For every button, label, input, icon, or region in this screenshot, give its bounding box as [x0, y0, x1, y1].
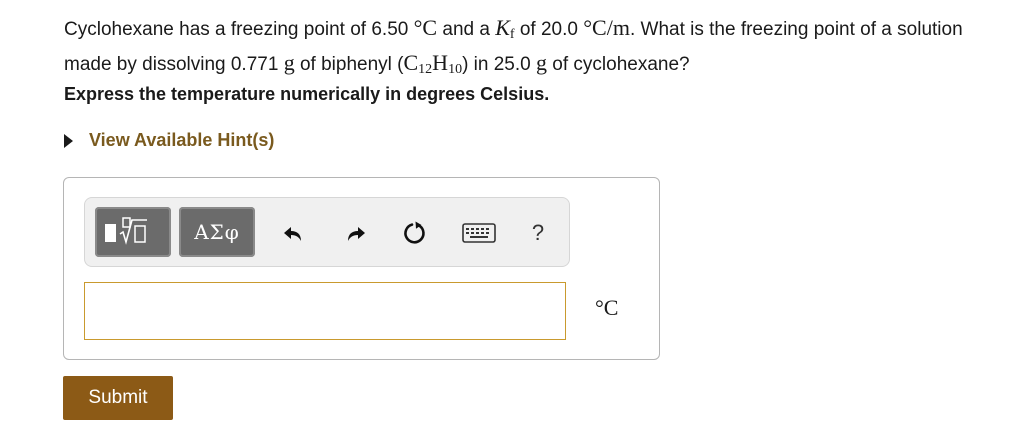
keyboard-button[interactable] [459, 216, 499, 250]
formula-hydrogen: H [432, 50, 449, 75]
kf-unit-text: °C/m [583, 15, 630, 40]
answer-unit: °C [595, 295, 619, 320]
fraction-radical-template-icon [105, 217, 147, 245]
question-segment: of 20.0 [514, 19, 584, 40]
question-segment: Cyclohexane has a freezing point of 6.50 [64, 19, 414, 40]
answer-panel: ΑΣφ ? °C [63, 177, 660, 360]
greek-symbols-label: ΑΣφ [194, 220, 240, 244]
help-label: ? [531, 220, 545, 245]
degree-celsius-unit: °C [413, 15, 438, 40]
view-hints-toggle[interactable]: View Available Hint(s) [64, 130, 274, 151]
undo-icon [284, 227, 301, 241]
answer-input[interactable] [84, 282, 566, 340]
greek-symbols-button[interactable]: ΑΣφ [179, 207, 255, 257]
triangle-right-icon [64, 133, 73, 148]
gram-unit: g [283, 50, 295, 75]
formula-carbon: C [403, 50, 419, 75]
question-segment: of cyclohexane? [547, 54, 690, 75]
view-hints-label: View Available Hint(s) [89, 130, 275, 150]
biphenyl-formula: C12H10 [403, 50, 463, 77]
help-button[interactable]: ? [521, 216, 555, 250]
question-segment: and a [437, 19, 496, 40]
kf-variable: K [495, 15, 510, 40]
redo-icon [348, 227, 365, 241]
formula-carbon-subscript: 12 [418, 62, 433, 77]
question-segment: of biphenyl ( [294, 54, 404, 75]
math-toolbar: ΑΣφ ? [84, 197, 570, 267]
instruction-text: Express the temperature numerically in d… [64, 84, 550, 104]
formula-hydrogen-subscript: 10 [448, 62, 463, 77]
submit-button[interactable]: Submit [63, 376, 173, 420]
gram-unit: g [536, 50, 547, 75]
keyboard-icon [462, 223, 496, 243]
question-text: Cyclohexane has a freezing point of 6.50… [64, 14, 984, 84]
reset-icon [404, 221, 425, 244]
kf-symbol: Kf [495, 15, 514, 42]
reset-button[interactable] [398, 216, 432, 250]
undo-button[interactable] [277, 216, 311, 250]
question-segment: ) in 25.0 [462, 54, 536, 75]
redo-button[interactable] [338, 216, 372, 250]
kf-unit: °C/m [583, 15, 630, 40]
templates-button[interactable] [95, 207, 171, 257]
